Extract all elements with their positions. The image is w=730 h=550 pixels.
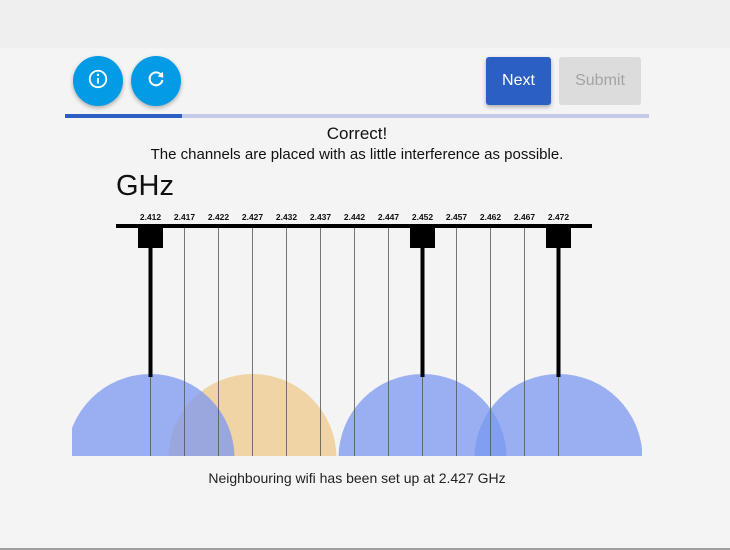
channel-marker-handle[interactable]	[138, 226, 163, 248]
channel-diagram	[72, 224, 642, 456]
footer-message: Neighbouring wifi has been set up at 2.4…	[208, 470, 506, 486]
channel-marker-handle[interactable]	[410, 226, 435, 248]
channel-marker-handle[interactable]	[546, 226, 571, 248]
